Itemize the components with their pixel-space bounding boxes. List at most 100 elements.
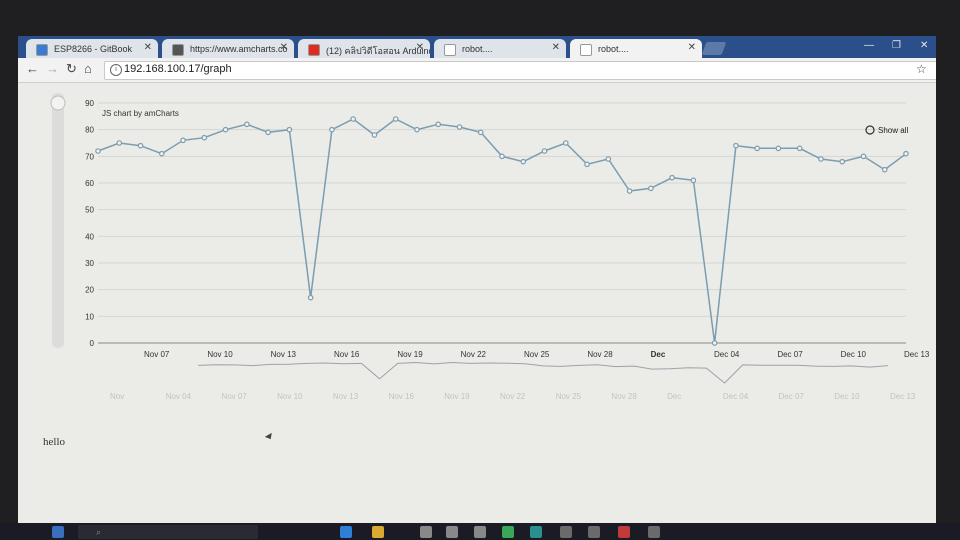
home-button[interactable]: ⌂ (84, 61, 92, 76)
data-point[interactable] (520, 158, 527, 165)
data-point[interactable] (669, 174, 675, 181)
arduino-icon[interactable] (530, 526, 542, 538)
data-point[interactable] (244, 121, 250, 128)
data-point[interactable] (711, 340, 718, 346)
data-point[interactable] (265, 129, 271, 136)
reload-button[interactable]: ↻ (66, 61, 77, 77)
edge-icon[interactable] (340, 526, 352, 538)
app-icon[interactable] (648, 526, 660, 538)
tab-title: ESP8266 - GitBook (54, 44, 133, 54)
page-icon (444, 44, 456, 56)
tab-strip: ESP8266 - GitBook ✕ https://www.amcharts.c… (18, 36, 936, 58)
gitbook-icon (36, 44, 48, 56)
scrollbar-tick-label: Nov 04 (166, 392, 192, 401)
x-tick-label: Nov 22 (461, 350, 487, 359)
scrollbar-tick-label: Nov 10 (277, 392, 303, 401)
info-icon[interactable]: i (110, 64, 122, 76)
new-tab-button[interactable] (701, 42, 727, 55)
data-point[interactable] (137, 142, 144, 149)
x-tick-label: Nov 16 (334, 350, 360, 359)
tab-close-icon[interactable]: ✕ (416, 42, 424, 53)
x-tick-label: Dec 13 (904, 350, 930, 359)
app-icon[interactable] (588, 526, 600, 538)
close-window-button[interactable]: ✕ (920, 40, 928, 51)
minimize-button[interactable]: — (864, 40, 874, 51)
x-tick-label: Nov 10 (207, 350, 233, 359)
data-point[interactable] (754, 145, 760, 152)
tab-2[interactable]: (12) คลิปวิดีโอสอน Arduino ✕ (298, 39, 430, 58)
forward-button[interactable]: → (46, 61, 59, 76)
data-point[interactable] (541, 148, 548, 154)
data-point[interactable] (371, 132, 378, 138)
start-icon[interactable] (52, 526, 64, 538)
data-point[interactable] (690, 177, 697, 184)
data-point[interactable] (307, 294, 314, 301)
data-point[interactable] (818, 156, 824, 162)
data-point[interactable] (903, 150, 909, 157)
tab-3[interactable]: robot.... ✕ (434, 39, 566, 58)
chrome-icon[interactable] (502, 526, 514, 538)
data-point[interactable] (775, 145, 782, 152)
series-line (97, 118, 907, 344)
x-tick-label: Nov 19 (397, 350, 423, 359)
data-point[interactable] (414, 126, 420, 133)
tab-title: robot.... (462, 44, 493, 54)
data-point[interactable] (116, 140, 123, 146)
data-point[interactable] (286, 126, 293, 133)
back-button[interactable]: ← (26, 61, 39, 76)
data-point[interactable] (860, 153, 867, 160)
data-point[interactable] (222, 126, 229, 133)
x-tick-label: Dec 10 (841, 350, 867, 359)
y-tick-label: 90 (85, 99, 94, 108)
data-point[interactable] (584, 161, 590, 168)
data-point[interactable] (329, 126, 335, 133)
scrollbar-handle[interactable] (50, 95, 66, 111)
data-point[interactable] (456, 124, 463, 130)
data-point[interactable] (499, 153, 505, 160)
show-all-button[interactable]: Show all (878, 126, 908, 135)
data-point[interactable] (392, 116, 399, 122)
data-point[interactable] (180, 137, 186, 144)
tab-close-icon[interactable]: ✕ (552, 42, 560, 53)
data-point[interactable] (648, 185, 654, 192)
data-point[interactable] (95, 148, 101, 154)
explorer-icon[interactable] (372, 526, 384, 538)
data-point[interactable] (839, 158, 846, 165)
data-point[interactable] (158, 150, 165, 157)
x-tick-label: Nov 07 (144, 350, 170, 359)
bookmark-star-icon[interactable]: ☆ (916, 62, 927, 76)
tab-4[interactable]: robot.... ✕ (570, 39, 702, 58)
scrollbar-preview-line (197, 361, 889, 384)
app-icon[interactable] (560, 526, 572, 538)
y-tick-label: 50 (85, 206, 94, 215)
x-tick-label: Nov 13 (271, 350, 297, 359)
data-point[interactable] (881, 166, 888, 173)
file-icon[interactable] (446, 526, 458, 538)
scrollbar-tick-label: Nov (110, 392, 124, 401)
data-point[interactable] (626, 188, 633, 194)
data-point[interactable] (435, 121, 442, 128)
y-tick-label: 30 (85, 259, 94, 268)
data-point[interactable] (477, 129, 484, 136)
app-icon[interactable] (618, 526, 630, 538)
data-point[interactable] (796, 145, 803, 152)
data-point[interactable] (733, 142, 739, 149)
taskbar-search[interactable]: ⌕ (78, 525, 258, 539)
tab-close-icon[interactable]: ✕ (280, 42, 288, 53)
x-tick-label: Dec 04 (714, 350, 740, 359)
file-icon[interactable] (420, 526, 432, 538)
address-text[interactable]: 192.168.100.17/graph (124, 63, 232, 75)
x-tick-label: Nov 25 (524, 350, 550, 359)
data-point[interactable] (562, 140, 569, 146)
tab-1[interactable]: https://www.amcharts.co ✕ (162, 39, 294, 58)
tab-close-icon[interactable]: ✕ (688, 42, 696, 53)
tab-0[interactable]: ESP8266 - GitBook ✕ (26, 39, 158, 58)
data-point[interactable] (605, 156, 612, 162)
maximize-button[interactable]: ❐ (892, 40, 901, 51)
file-icon[interactable] (474, 526, 486, 538)
data-point[interactable] (350, 116, 356, 122)
browser-toolbar: ← → ↻ ⌂ i 192.168.100.17/graph ☆ ⋮ (18, 58, 936, 83)
data-point[interactable] (201, 134, 208, 141)
page-content: 0 10 20 30 40 50 60 70 80 90 Nov 07 Nov 10 Nov 13 Nov… (18, 83, 936, 528)
tab-close-icon[interactable]: ✕ (144, 42, 152, 53)
